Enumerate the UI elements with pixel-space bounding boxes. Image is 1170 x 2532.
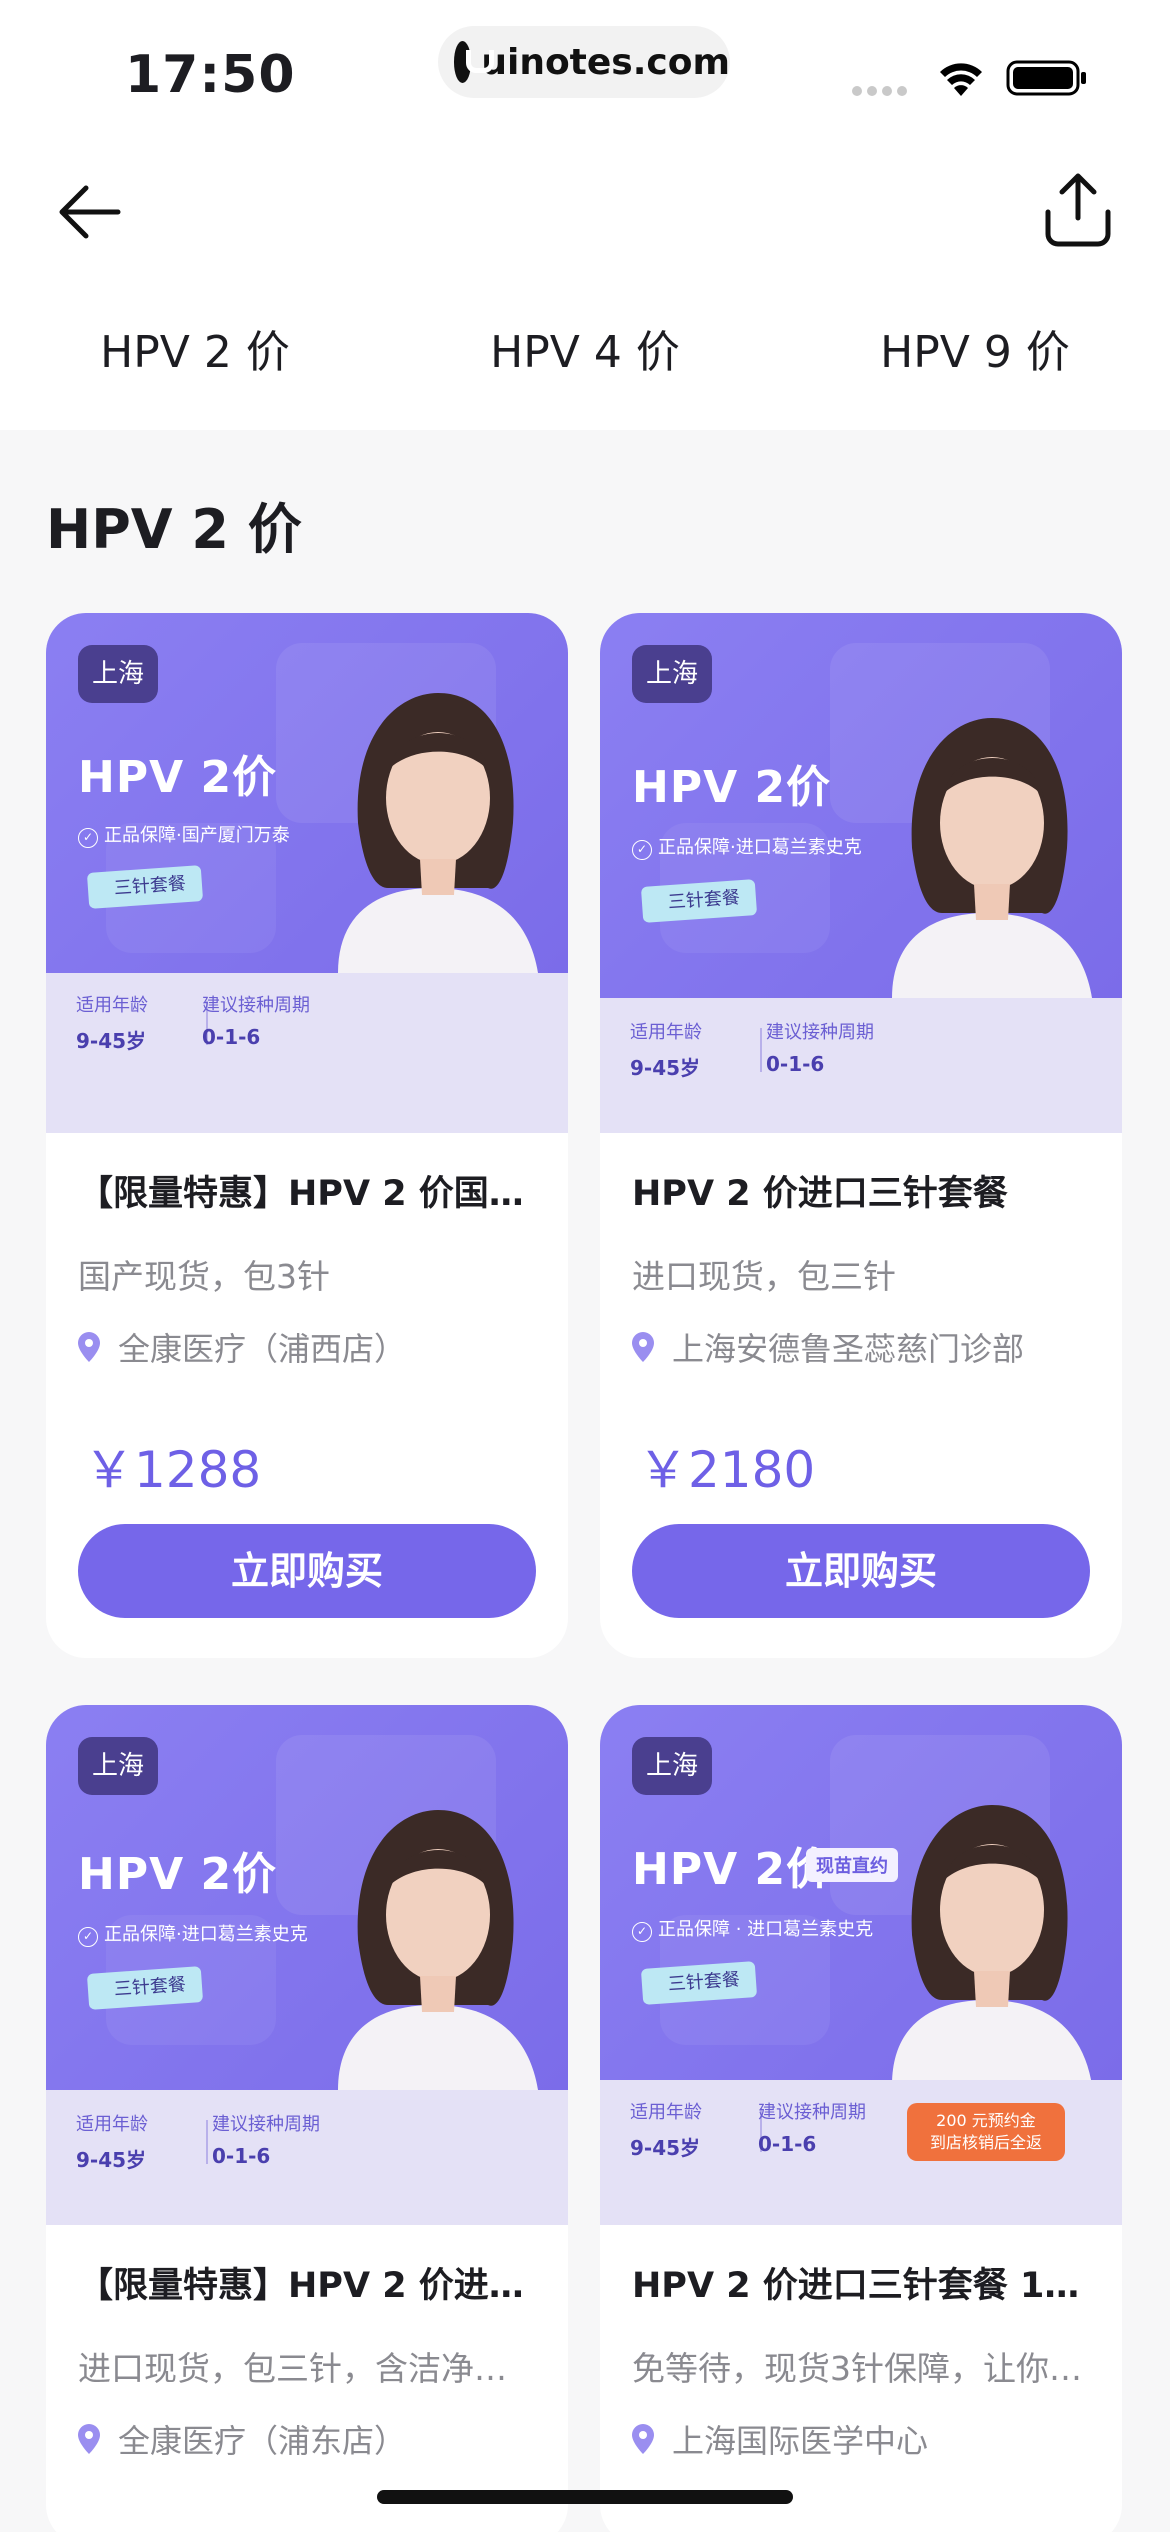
tab-hpv-2[interactable]: HPV 2 价 xyxy=(0,275,390,430)
battery-icon xyxy=(1006,60,1086,96)
banner-subtitle: 正品保障·进口葛兰素史克 xyxy=(632,833,862,860)
model-photo-icon xyxy=(338,693,538,973)
model-photo-icon xyxy=(892,718,1092,998)
city-badge: 上海 xyxy=(78,1737,158,1795)
buy-now-button[interactable]: 立即购买 xyxy=(78,1524,536,1618)
product-banner: 上海 HPV 2价 正品保障·国产厦门万泰 三针套餐 适用年龄9-45岁 建议接… xyxy=(46,613,568,1133)
cycle-label: 建议接种周期 xyxy=(212,2114,320,2135)
product-desc: 国产现货，包3针 xyxy=(78,1257,330,1296)
product-desc: 免等待，现货3针保障，让你安心接种 xyxy=(632,2349,1090,2388)
age-label: 适用年龄 xyxy=(76,2114,148,2135)
age-value: 9-45岁 xyxy=(76,1029,147,1053)
deposit-badge: 200 元预约金 到店核销后全返 xyxy=(907,2103,1065,2161)
location-text: 上海安德鲁圣蕊慈门诊部 xyxy=(672,1330,1025,1368)
product-card[interactable]: 上海 HPV 2价 正品保障·进口葛兰素史克 三针套餐 适用年龄9-45岁 建议… xyxy=(46,1705,568,2532)
wifi-icon xyxy=(940,63,982,96)
location-text: 上海国际医学中心 xyxy=(672,2422,929,2460)
section-title: HPV 2 价 xyxy=(46,498,302,561)
location-text: 全康医疗（浦西店） xyxy=(118,1330,407,1368)
status-bar: 17:50 uinotes.com xyxy=(0,0,1170,150)
location-pin-icon xyxy=(632,1332,654,1362)
cycle-value: 0-1-6 xyxy=(766,1052,825,1076)
model-photo-icon xyxy=(892,1805,1091,2080)
banner-title: HPV 2价 xyxy=(632,762,832,813)
cycle-value: 0-1-6 xyxy=(212,2144,271,2168)
cycle-value: 0-1-6 xyxy=(758,2132,817,2156)
age-label: 适用年龄 xyxy=(630,2102,702,2123)
signal-dots-icon xyxy=(852,86,907,96)
home-indicator[interactable] xyxy=(377,2490,793,2504)
buy-now-button[interactable]: 立即购买 xyxy=(632,1524,1090,1618)
url-pill[interactable]: uinotes.com xyxy=(438,26,730,98)
age-label: 适用年龄 xyxy=(630,1022,702,1043)
cycle-value: 0-1-6 xyxy=(202,1025,261,1049)
age-value: 9-45岁 xyxy=(630,1056,701,1080)
product-location: 全康医疗（浦西店） xyxy=(78,1324,536,1370)
tab-hpv-9[interactable]: HPV 9 价 xyxy=(780,275,1170,430)
nav-bar xyxy=(0,150,1170,275)
location-text: 全康医疗（浦东店） xyxy=(118,2422,407,2460)
status-time: 17:50 xyxy=(125,45,296,105)
banner-title: HPV 2价 xyxy=(632,1844,832,1895)
age-value: 9-45岁 xyxy=(630,2136,701,2160)
product-banner: 上海 HPV 2价 现苗直约 正品保障 · 进口葛兰素史克 三针套餐 适用年龄9… xyxy=(600,1705,1122,2225)
product-title: 【限量特惠】HPV 2 价进口三针套餐 xyxy=(78,2266,536,2306)
product-card[interactable]: 上海 HPV 2价 现苗直约 正品保障 · 进口葛兰素史克 三针套餐 适用年龄9… xyxy=(600,1705,1122,2532)
age-value: 9-45岁 xyxy=(76,2148,147,2172)
product-location: 上海安德鲁圣蕊慈门诊部 xyxy=(632,1324,1090,1370)
banner-subtitle: 正品保障·进口葛兰素史克 xyxy=(78,1920,308,1947)
model-photo-icon xyxy=(338,1810,538,2090)
city-badge: 上海 xyxy=(632,645,712,703)
product-title: HPV 2 价进口三针套餐 18-45岁 xyxy=(632,2266,1090,2306)
back-arrow-icon[interactable] xyxy=(58,180,122,244)
cycle-label: 建议接种周期 xyxy=(758,2102,866,2123)
deposit-line1: 200 元预约金 xyxy=(936,2111,1036,2130)
product-banner: 上海 HPV 2价 正品保障·进口葛兰素史克 三针套餐 适用年龄9-45岁 建议… xyxy=(600,613,1122,1133)
city-badge: 上海 xyxy=(632,1737,712,1795)
product-card[interactable]: 上海 HPV 2价 正品保障·进口葛兰素史克 三针套餐 适用年龄9-45岁 建议… xyxy=(600,613,1122,1658)
deposit-line2: 到店核销后全返 xyxy=(929,2133,1042,2152)
banner-subtitle: 正品保障·国产厦门万泰 xyxy=(78,821,290,848)
product-price: ￥1288 xyxy=(84,1441,262,1499)
tab-hpv-4[interactable]: HPV 4 价 xyxy=(390,275,780,430)
product-title: HPV 2 价进口三针套餐 xyxy=(632,1174,1008,1214)
product-card[interactable]: 上海 HPV 2价 正品保障·国产厦门万泰 三针套餐 适用年龄9-45岁 建议接… xyxy=(46,613,568,1658)
location-pin-icon xyxy=(78,2424,100,2454)
cycle-label: 建议接种周期 xyxy=(766,1022,874,1043)
category-tabs: HPV 2 价 HPV 4 价 HPV 9 价 xyxy=(0,275,1170,430)
banner-title: HPV 2价 xyxy=(78,752,278,803)
product-desc: 进口现货，包三针 xyxy=(632,1257,896,1296)
product-location: 全康医疗（浦东店） xyxy=(78,2416,536,2462)
city-badge: 上海 xyxy=(78,645,158,703)
product-desc: 进口现货，包三针，含洁净接种服务 xyxy=(78,2349,536,2388)
product-banner: 上海 HPV 2价 正品保障·进口葛兰素史克 三针套餐 适用年龄9-45岁 建议… xyxy=(46,1705,568,2225)
age-label: 适用年龄 xyxy=(76,995,148,1016)
location-pin-icon xyxy=(632,2424,654,2454)
cycle-label: 建议接种周期 xyxy=(202,995,310,1016)
site-logo-icon xyxy=(454,41,495,83)
product-location: 上海国际医学中心 xyxy=(632,2416,1090,2462)
share-icon[interactable] xyxy=(1042,172,1114,248)
url-text: uinotes.com xyxy=(481,41,730,83)
location-pin-icon xyxy=(78,1332,100,1362)
product-price: ￥2180 xyxy=(638,1441,816,1499)
banner-title: HPV 2价 xyxy=(78,1849,278,1900)
product-title: 【限量特惠】HPV 2 价国产万泰三针套餐 xyxy=(78,1174,536,1214)
banner-subtitle: 正品保障 · 进口葛兰素史克 xyxy=(632,1915,873,1942)
